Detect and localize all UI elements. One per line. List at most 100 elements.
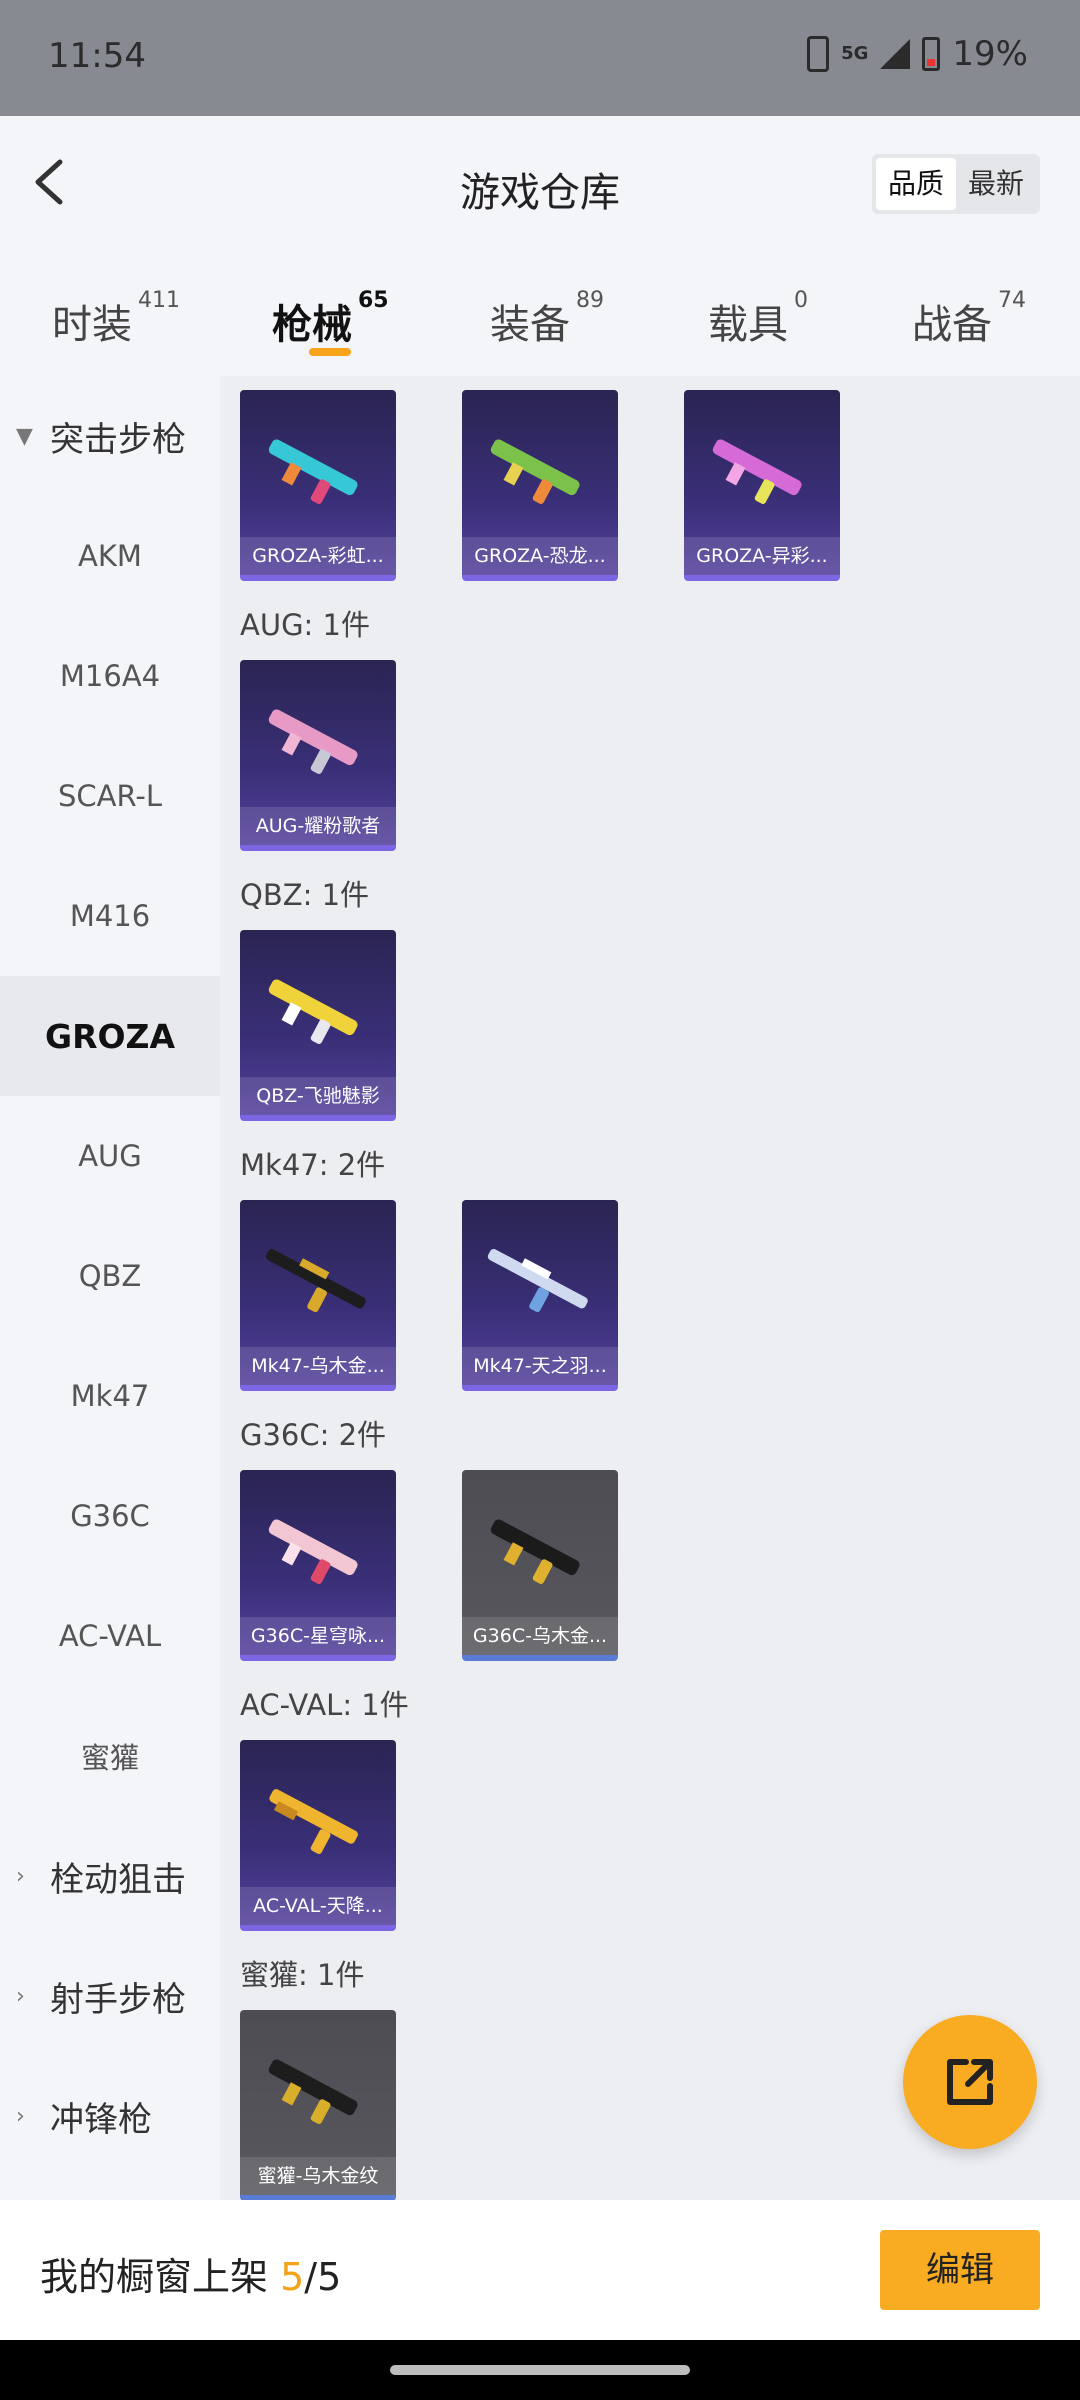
system-nav-bar <box>0 2340 1080 2400</box>
weapon-card-label: QBZ-飞驰魅影 <box>240 1077 396 1115</box>
sidebar-group-label: 射手步枪 <box>50 1979 186 2020</box>
rifle-icon <box>268 1519 358 1584</box>
sidebar-group-assault-rifles[interactable]: ▼ 突击步枪 <box>0 376 220 496</box>
weapon-card[interactable]: GROZA-异彩... <box>684 390 840 581</box>
tab-count: 65 <box>358 288 389 313</box>
weapon-card[interactable]: GROZA-彩虹... <box>240 390 396 581</box>
weapon-card-label: GROZA-恐龙... <box>462 537 618 575</box>
sidebar-item-scar-l[interactable]: SCAR-L <box>0 736 220 856</box>
sort-toggle: 品质 最新 <box>871 154 1040 214</box>
weapon-card[interactable]: AC-VAL-天降... <box>240 1740 396 1931</box>
weapon-card-label: Mk47-天之羽... <box>462 1347 618 1385</box>
weapon-card[interactable]: G36C-乌木金... <box>462 1470 618 1661</box>
status-time: 11:54 <box>48 36 146 76</box>
tab-label: 战备 <box>912 302 992 348</box>
weapon-card[interactable]: AUG-耀粉歌者 <box>240 660 396 851</box>
rifle-icon <box>265 1248 366 1313</box>
tab-count: 89 <box>576 288 604 313</box>
weapon-card-label: G36C-星穹咏... <box>240 1617 396 1655</box>
sidebar-item-m416[interactable]: M416 <box>0 856 220 976</box>
rifle-icon <box>268 439 358 504</box>
weapon-card[interactable]: GROZA-恐龙... <box>462 390 618 581</box>
weapon-card-label: GROZA-彩虹... <box>240 537 396 575</box>
chevron-down-icon: ▼ <box>16 423 33 449</box>
weapon-card-label: GROZA-异彩... <box>684 537 840 575</box>
weapon-card[interactable]: G36C-星穹咏... <box>240 1470 396 1661</box>
tab-label: 枪械 <box>272 302 352 348</box>
section-label-g36c: G36C: 2件 <box>240 1418 387 1452</box>
chevron-right-icon: › <box>16 1863 25 1889</box>
weapon-card-label: Mk47-乌木金... <box>240 1347 396 1385</box>
tab-vehicles[interactable]: 载具0 <box>708 288 808 350</box>
sidebar-item-mk47[interactable]: Mk47 <box>0 1336 220 1456</box>
tab-fashion[interactable]: 时装411 <box>52 288 180 350</box>
share-fab[interactable] <box>903 2015 1037 2149</box>
weapon-card-label: 蜜獾-乌木金纹 <box>240 2157 396 2195</box>
section-label-ac-val: AC-VAL: 1件 <box>240 1688 409 1722</box>
sidebar-group-smgs[interactable]: › 冲锋枪 <box>0 2056 220 2176</box>
weapon-sidebar: ▼ 突击步枪 AKM M16A4 SCAR-L M416 GROZA AUG Q… <box>0 376 220 2200</box>
sidebar-item-ac-val[interactable]: AC-VAL <box>0 1576 220 1696</box>
sidebar-group-label: 突击步枪 <box>50 419 186 460</box>
rifle-icon <box>268 2059 358 2124</box>
showcase-bar: 我的橱窗上架 5/5 编辑 <box>0 2200 1080 2340</box>
tab-count: 74 <box>998 288 1026 313</box>
battery-icon <box>922 37 941 71</box>
status-indicators: 5G 19% <box>807 34 1028 74</box>
weapon-grid: GROZA-彩虹... GROZA-恐龙... GROZA-异彩... AUG:… <box>220 376 1080 2200</box>
sidebar-item-groza[interactable]: GROZA <box>0 976 220 1096</box>
rifle-icon <box>268 979 358 1044</box>
tab-equipment[interactable]: 装备89 <box>490 288 604 350</box>
sort-newest-button[interactable]: 最新 <box>956 158 1036 210</box>
sidebar-group-label: 冲锋枪 <box>50 2099 152 2140</box>
battery-level: 19% <box>952 34 1028 74</box>
showcase-total: /5 <box>304 2255 342 2299</box>
rifle-icon <box>490 1519 580 1584</box>
weapon-card[interactable]: QBZ-飞驰魅影 <box>240 930 396 1121</box>
chevron-right-icon: › <box>16 1983 25 2009</box>
status-bar: 11:54 5G 19% <box>0 0 1080 116</box>
tab-label: 装备 <box>490 302 570 348</box>
sidebar-item-qbz[interactable]: QBZ <box>0 1216 220 1336</box>
showcase-status: 我的橱窗上架 5/5 <box>40 2246 341 2301</box>
showcase-current: 5 <box>280 2255 305 2299</box>
weapon-card[interactable]: Mk47-天之羽... <box>462 1200 618 1391</box>
sidebar-item-honey-badger[interactable]: 蜜獾 <box>0 1696 220 1816</box>
sim-icon <box>807 36 830 72</box>
category-tabs: 时装411 枪械65 装备89 载具0 战备74 <box>0 256 1080 376</box>
tab-label: 载具 <box>708 302 788 348</box>
share-external-icon <box>947 2059 993 2105</box>
rifle-icon <box>269 1789 358 1854</box>
tab-label: 时装 <box>52 302 132 348</box>
rifle-icon <box>268 709 358 774</box>
rifle-icon <box>712 439 802 504</box>
section-label-qbz: QBZ: 1件 <box>240 878 370 912</box>
app-header: 游戏仓库 品质 最新 <box>0 116 1080 256</box>
sort-quality-button[interactable]: 品质 <box>875 158 956 210</box>
tab-weapons[interactable]: 枪械65 <box>272 288 389 350</box>
chevron-right-icon: › <box>16 2103 25 2129</box>
weapon-card-label: AC-VAL-天降... <box>240 1887 396 1925</box>
edit-button[interactable]: 编辑 <box>880 2230 1040 2310</box>
section-label-aug: AUG: 1件 <box>240 608 370 642</box>
sidebar-item-g36c[interactable]: G36C <box>0 1456 220 1576</box>
section-label-honey-badger: 蜜獾: 1件 <box>240 1958 365 1992</box>
weapon-card[interactable]: 蜜獾-乌木金纹 <box>240 2010 396 2200</box>
sidebar-item-akm[interactable]: AKM <box>0 496 220 616</box>
sidebar-group-label: 栓动狙击 <box>50 1859 186 1900</box>
tab-gear[interactable]: 战备74 <box>912 288 1026 350</box>
section-label-mk47: Mk47: 2件 <box>240 1148 386 1182</box>
sidebar-item-m16a4[interactable]: M16A4 <box>0 616 220 736</box>
tab-count: 411 <box>138 288 180 313</box>
signal-icon <box>880 39 911 69</box>
weapon-card[interactable]: Mk47-乌木金... <box>240 1200 396 1391</box>
sidebar-group-bolt-snipers[interactable]: › 栓动狙击 <box>0 1816 220 1936</box>
home-gesture-bar[interactable] <box>390 2365 690 2375</box>
sidebar-group-marksman-rifles[interactable]: › 射手步枪 <box>0 1936 220 2056</box>
rifle-icon <box>487 1248 588 1313</box>
network-type: 5G <box>841 43 869 64</box>
rifle-icon <box>490 439 580 504</box>
sidebar-item-aug[interactable]: AUG <box>0 1096 220 1216</box>
tab-count: 0 <box>794 288 808 313</box>
showcase-label: 我的橱窗上架 <box>40 2255 281 2299</box>
